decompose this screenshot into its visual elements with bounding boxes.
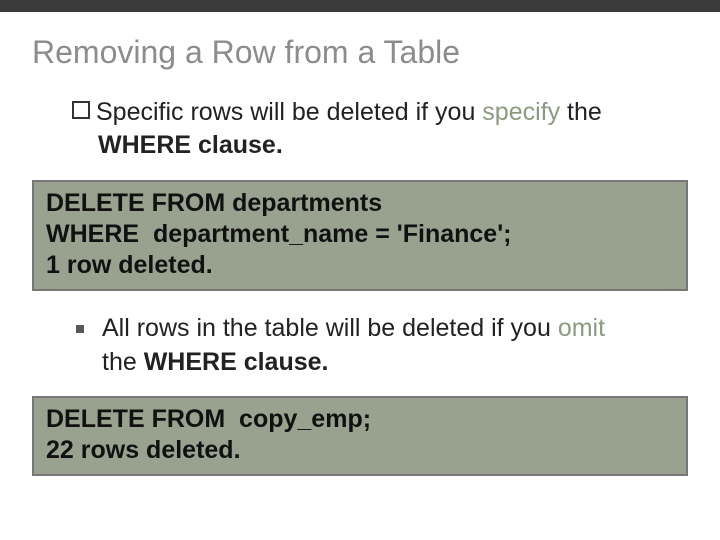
bullet-2-omit: omit: [558, 314, 605, 342]
bullet-2-pre: the: [102, 348, 144, 376]
bullet-2-line2: the WHERE clause.: [102, 347, 664, 378]
code-block-1: DELETE FROM departments WHERE department…: [32, 180, 688, 292]
top-bar: [0, 0, 720, 12]
code2-l1: DELETE FROM copy_emp;: [46, 404, 674, 435]
bullet-2-where: WHERE clause.: [144, 348, 329, 376]
bullet-item-2: All rows in the table will be deleted if…: [72, 313, 664, 344]
bullet-1-lead: Specific rows will be deleted if you: [96, 98, 482, 126]
checkbox-icon: [72, 101, 90, 119]
code1-l3: 1 row deleted.: [46, 250, 674, 281]
code1-l1: DELETE FROM departments: [46, 188, 674, 219]
bullet-1-where: WHERE clause.: [98, 131, 283, 159]
code1-l2: WHERE department_name = 'Finance';: [46, 219, 674, 250]
bullet-item-1: Specific rows will be deleted if you spe…: [72, 97, 664, 128]
bullet-1-specify: specify: [482, 98, 560, 126]
code2-l2: 22 rows deleted.: [46, 435, 674, 466]
page-title: Removing a Row from a Table: [0, 12, 720, 79]
square-bullet-icon: [76, 325, 84, 333]
bullet-2-lead: All rows in the table will be deleted if…: [102, 314, 558, 342]
bullet-1-line1: Specific rows will be deleted if you spe…: [96, 97, 602, 128]
bullet-1-line2: WHERE clause.: [98, 130, 664, 161]
content-area: Specific rows will be deleted if you spe…: [0, 79, 720, 476]
code-block-2: DELETE FROM copy_emp; 22 rows deleted.: [32, 396, 688, 477]
bullet-1-tail: the: [560, 98, 602, 126]
bullet-2-line1: All rows in the table will be deleted if…: [102, 313, 605, 344]
